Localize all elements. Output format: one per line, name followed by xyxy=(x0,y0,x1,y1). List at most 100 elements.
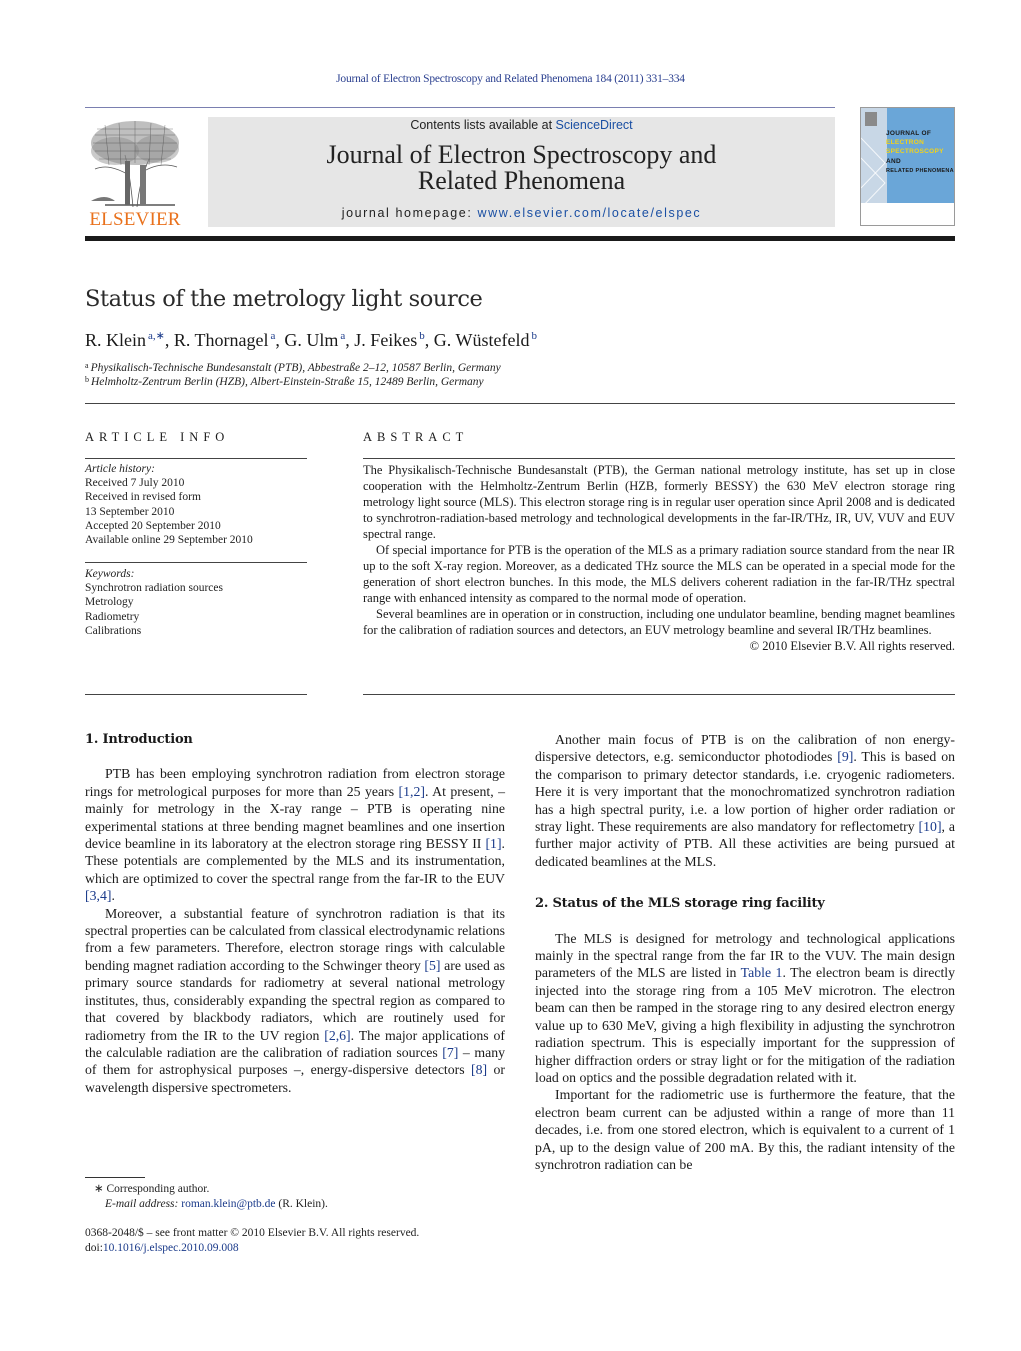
sciencedirect-link[interactable]: ScienceDirect xyxy=(556,118,633,132)
author-name: R. Thornagel xyxy=(173,330,269,350)
section-heading-introduction: 1. Introduction xyxy=(85,732,193,747)
history-item: Accepted 20 September 2010 xyxy=(85,519,221,532)
cover-line-1: JOURNAL OF xyxy=(886,130,932,137)
journal-homepage: journal homepage: www.elsevier.com/locat… xyxy=(208,206,835,220)
body-column-left: 1. Introduction PTB has been employing s… xyxy=(85,731,505,1096)
history-item: Received in revised form xyxy=(85,491,201,504)
affiliation-key: b xyxy=(85,375,89,384)
elsevier-logo[interactable]: ELSEVIER xyxy=(85,115,185,231)
divider xyxy=(85,403,955,404)
article-title: Status of the metrology light source xyxy=(85,286,483,312)
keyword: Radiometry xyxy=(85,610,140,623)
body-paragraph: PTB has been employing synchrotron radia… xyxy=(85,765,505,904)
history-item: Available online 29 September 2010 xyxy=(85,534,253,547)
email-suffix: (R. Klein). xyxy=(275,1197,328,1210)
author-affiliation-mark[interactable]: a,∗ xyxy=(148,330,165,342)
divider xyxy=(85,458,307,459)
email-link[interactable]: roman.klein@ptb.de xyxy=(181,1198,275,1210)
body-paragraph: Important for the radiometric use is fur… xyxy=(535,1087,955,1172)
body-column-right: Another main focus of PTB is on the cali… xyxy=(535,731,955,1173)
homepage-prefix: journal homepage: xyxy=(341,206,478,220)
divider xyxy=(85,562,307,563)
abstract-paragraph: Several beamlines are in operation or in… xyxy=(363,607,955,637)
author-name: J. Feikes xyxy=(354,330,418,350)
cover-line-5: RELATED PHENOMENA xyxy=(886,168,954,174)
homepage-link[interactable]: www.elsevier.com/locate/elspec xyxy=(478,206,702,220)
author[interactable]: R. Klein a,∗ xyxy=(85,330,165,350)
divider xyxy=(363,694,955,695)
author-name: G. Ulm xyxy=(284,330,339,350)
author[interactable]: J. Feikes b xyxy=(354,330,425,350)
table-link[interactable]: Table 1 xyxy=(741,965,783,980)
email-note: E-mail address: roman.klein@ptb.de (R. K… xyxy=(85,1197,419,1212)
affiliation-b: b Helmholtz-Zentrum Berlin (HZB), Albert-… xyxy=(85,375,484,388)
abstract-heading: ABSTRACT xyxy=(363,430,469,444)
author-affiliation-mark[interactable]: b xyxy=(531,330,537,342)
author-list: R. Klein a,∗, R. Thornagel a, G. Ulm a, J. … xyxy=(85,330,537,350)
divider xyxy=(85,694,307,695)
abstract-paragraph: The Physikalisch-Technische Bundesanstal… xyxy=(363,463,955,541)
header-thick-divider xyxy=(85,236,955,241)
author-name: R. Klein xyxy=(85,330,146,350)
text: . The electron beam is directly injected… xyxy=(535,965,956,1085)
article-info-heading: ARTICLE INFO xyxy=(85,430,230,444)
abstract-body: The Physikalisch-Technische Bundesanstal… xyxy=(363,462,955,654)
affiliation-a: a Physikalisch-Technische Bundesanstalt (… xyxy=(85,361,501,374)
history-label: Article history: xyxy=(85,463,155,475)
email-label: E-mail address: xyxy=(105,1197,179,1210)
history-item: 13 September 2010 xyxy=(85,505,175,518)
affiliation-text: Physikalisch-Technische Bundesanstalt (P… xyxy=(90,362,501,374)
author-name: G. Wüstefeld xyxy=(433,330,530,350)
citation-link[interactable]: [9] xyxy=(837,749,853,764)
history-item: Received 7 July 2010 xyxy=(85,477,185,490)
text: . xyxy=(111,888,115,904)
keywords: Keywords: Synchrotron radiation sources … xyxy=(85,567,310,638)
front-matter: 0368-2048/$ – see front matter © 2010 El… xyxy=(85,1227,420,1239)
keywords-label: Keywords: xyxy=(85,568,135,580)
body-paragraph: Moreover, a substantial feature of synch… xyxy=(85,905,505,1096)
author[interactable]: G. Ulm a xyxy=(284,330,345,350)
author[interactable]: R. Thornagel a xyxy=(174,330,276,350)
footnotes: ∗ Corresponding author. E-mail address: … xyxy=(85,1182,419,1255)
publisher-name: ELSEVIER xyxy=(89,209,181,230)
author-affiliation-mark[interactable]: a xyxy=(271,330,276,342)
citation-link[interactable]: [10] xyxy=(919,819,942,834)
contents-prefix: Contents lists available at xyxy=(410,118,556,132)
citation-link[interactable]: [1,2] xyxy=(399,784,425,799)
keyword: Calibrations xyxy=(85,624,142,637)
doi: doi:10.1016/j.elspec.2010.09.008 xyxy=(85,1241,419,1256)
citation-link[interactable]: [3,4] xyxy=(85,888,111,903)
contents-availability: Contents lists available at ScienceDirec… xyxy=(208,118,835,132)
citation-link[interactable]: [5] xyxy=(424,958,440,973)
journal-reference: Journal of Electron Spectroscopy and Rel… xyxy=(336,73,685,85)
header-divider xyxy=(85,107,835,108)
citation-link[interactable]: [8] xyxy=(471,1062,487,1077)
keyword: Metrology xyxy=(85,596,134,609)
citation-link[interactable]: [1] xyxy=(485,836,501,851)
journal-cover[interactable]: JOURNAL OF ELECTRON SPECTROSCOPY AND REL… xyxy=(860,107,955,226)
abstract-paragraph: Of special importance for PTB is the ope… xyxy=(363,543,955,605)
journal-title-line-1: Journal of Electron Spectroscopy and xyxy=(326,140,717,169)
article-history: Article history: Received 7 July 2010 Re… xyxy=(85,462,310,547)
cover-line-2: ELECTRON xyxy=(886,139,925,146)
doi-link[interactable]: 10.1016/j.elspec.2010.09.008 xyxy=(103,1242,239,1254)
cover-line-4: AND xyxy=(886,158,901,165)
author[interactable]: G. Wüstefeld b xyxy=(434,330,537,350)
author-affiliation-mark[interactable]: a xyxy=(340,330,345,342)
abstract-copyright: © 2010 Elsevier B.V. All rights reserved… xyxy=(749,639,955,653)
tree-icon xyxy=(91,121,179,208)
cover-line-3: SPECTROSCOPY xyxy=(886,148,944,155)
corresponding-author-note: ∗ Corresponding author. xyxy=(85,1182,419,1197)
body-paragraph: Another main focus of PTB is on the cali… xyxy=(535,731,955,870)
citation-link[interactable]: [2,6] xyxy=(324,1028,350,1043)
divider xyxy=(363,458,955,459)
footnote-mark: ∗ xyxy=(94,1183,104,1195)
footnote-text: Corresponding author. xyxy=(106,1183,210,1195)
author-affiliation-mark[interactable]: b xyxy=(419,330,425,342)
citation-link[interactable]: [7] xyxy=(442,1045,458,1060)
affiliation-key: a xyxy=(85,361,89,370)
doi-prefix: doi: xyxy=(85,1241,103,1254)
affiliation-text: Helmholtz-Zentrum Berlin (HZB), Albert-E… xyxy=(91,376,484,388)
journal-title-line-2: Related Phenomena xyxy=(417,166,626,195)
journal-banner: Contents lists available at ScienceDirec… xyxy=(208,117,835,227)
